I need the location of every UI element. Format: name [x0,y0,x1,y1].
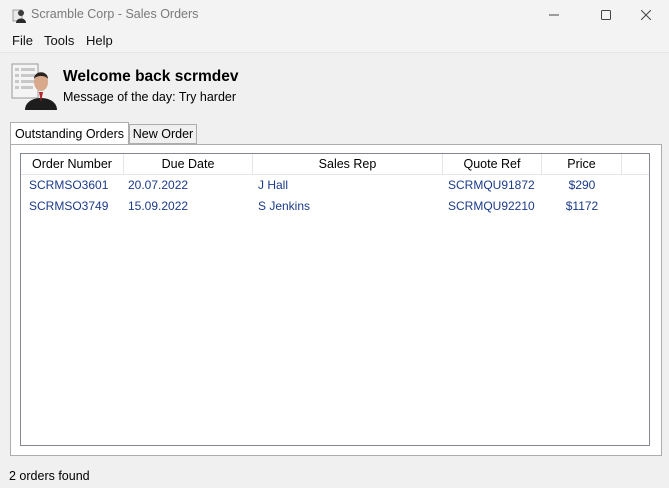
outstanding-orders-panel: Order Number Due Date Sales Rep Quote Re… [10,144,662,456]
menu-bar: File Tools Help [0,29,669,53]
minimize-icon [549,14,559,15]
column-header-quote-ref[interactable]: Quote Ref [443,154,542,174]
close-button[interactable] [623,0,669,29]
welcome-heading: Welcome back scrmdev [63,68,239,85]
orders-list-header: Order Number Due Date Sales Rep Quote Re… [21,154,649,175]
cell-sales-rep: J Hall [258,178,289,192]
cell-due-date: 15.09.2022 [128,199,189,213]
cell-sales-rep: S Jenkins [258,199,311,213]
cell-price: $290 [568,178,596,192]
cell-due-date: 20.07.2022 [128,178,189,192]
orders-list[interactable]: Order Number Due Date Sales Rep Quote Re… [20,153,650,446]
column-header-sales-rep[interactable]: Sales Rep [253,154,443,174]
column-header-due-date[interactable]: Due Date [124,154,253,174]
status-text: 2 orders found [9,469,90,483]
table-row[interactable]: SCRMSO3749 15.09.2022 S Jenkins SCRMQU92… [21,196,649,217]
cell-order-number: SCRMSO3749 [29,199,109,213]
close-icon [641,9,651,20]
message-of-the-day: Message of the day: Try harder [63,90,237,104]
maximize-icon [601,9,611,20]
app-icon [11,7,27,23]
tab-new-order[interactable]: New Order [129,124,197,144]
title-bar[interactable]: Scramble Corp - Sales Orders [0,0,669,29]
user-avatar [11,62,57,110]
cell-order-number: SCRMSO3601 [29,178,109,192]
column-header-order-number[interactable]: Order Number [21,154,124,174]
cell-quote-ref: SCRMQU91872 [448,178,535,192]
menu-file[interactable]: File [12,33,33,48]
minimize-button[interactable] [531,0,577,29]
menu-tools[interactable]: Tools [44,33,74,48]
welcome-header: Welcome back scrmdev Message of the day:… [0,53,669,115]
menu-help[interactable]: Help [86,33,113,48]
cell-quote-ref: SCRMQU92210 [448,199,535,213]
window-title: Scramble Corp - Sales Orders [31,7,199,21]
tab-outstanding-orders[interactable]: Outstanding Orders [10,122,129,144]
cell-price: $1172 [565,199,599,213]
column-header-price[interactable]: Price [542,154,622,174]
table-row[interactable]: SCRMSO3601 20.07.2022 J Hall SCRMQU91872… [21,175,649,196]
status-bar: 2 orders found [0,462,669,488]
